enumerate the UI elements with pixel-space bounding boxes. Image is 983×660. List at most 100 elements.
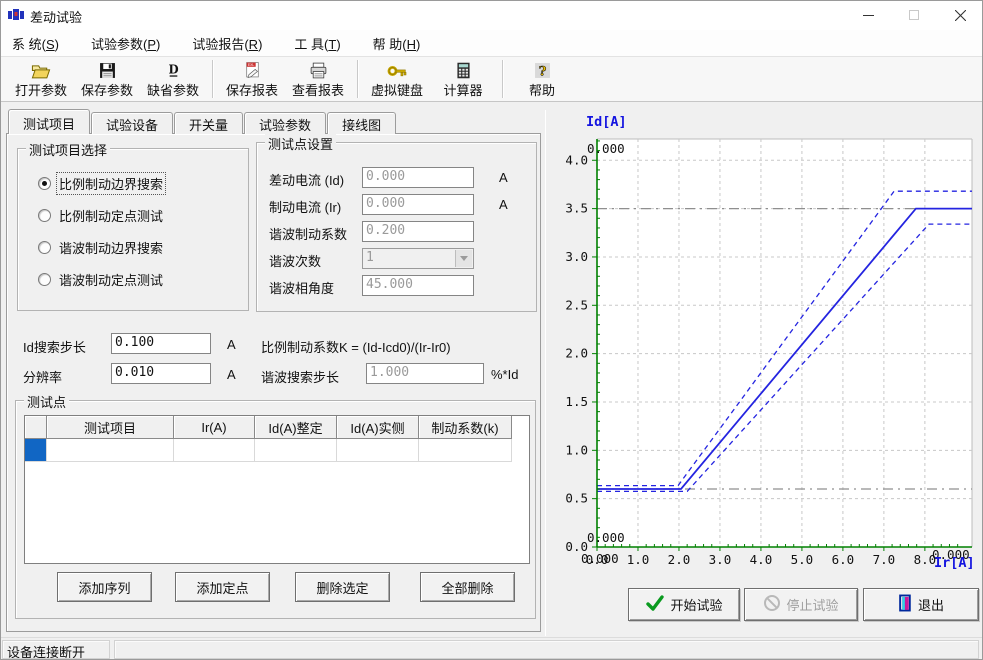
toolbar-button-view-report[interactable]: 查看报表 [285, 58, 351, 100]
tab-测试项目[interactable]: 测试项目 [8, 109, 90, 134]
tab-试验参数[interactable]: 试验参数 [244, 112, 326, 134]
toolbar-button-calculator[interactable]: 计算器 [430, 58, 496, 100]
stop-test-button[interactable]: 停止试验 [744, 588, 858, 621]
menu-item-R[interactable]: 试验报告(R) [182, 31, 272, 56]
tab-开关量[interactable]: 开关量 [174, 112, 243, 134]
field-input[interactable]: 0.000 [362, 194, 474, 215]
column-header-Id(A)整定[interactable]: Id(A)整定 [255, 416, 337, 439]
button-全部删除[interactable]: 全部删除 [420, 572, 515, 602]
toolbar-button-open-folder[interactable]: 打开参数 [8, 58, 74, 100]
toolbar-button-label: 缺省参数 [147, 80, 199, 99]
column-header-Id(A)实侧[interactable]: Id(A)实侧 [337, 416, 419, 439]
resolution-unit: A [227, 367, 236, 382]
row-header-cell[interactable] [25, 439, 47, 462]
id-step-input[interactable]: 0.100 [111, 333, 211, 354]
maximize-button[interactable] [891, 0, 937, 30]
table-cell[interactable] [174, 439, 255, 462]
title-bar: 差动试验 [0, 0, 983, 30]
test-point-settings-group: 测试点设置 差动电流 (Id)0.000A制动电流 (Ir)0.000A谐波制动… [256, 142, 537, 312]
menu-item-H[interactable]: 帮 助(H) [363, 31, 431, 56]
button-删除选定[interactable]: 删除选定 [295, 572, 390, 602]
chevron-down-icon [455, 250, 472, 267]
resolution-label: 分辨率 [23, 367, 62, 386]
row-header-corner[interactable] [25, 416, 47, 439]
status-panel-empty [114, 640, 979, 659]
check-icon [645, 595, 665, 615]
table-cell[interactable] [255, 439, 337, 462]
radio-label: 比例制动边界搜索 [57, 173, 165, 194]
stop-test-label: 停止试验 [786, 595, 838, 614]
menu-item-S[interactable]: 系 统(S) [2, 31, 69, 56]
view-report-icon [309, 59, 328, 79]
toolbar: 打开参数保存参数 D 缺省参数 EXL保存报表查看报表虚拟键盘计算器 ?帮助 [0, 56, 983, 102]
field-label: 差动电流 (Id) [269, 170, 344, 189]
exit-button[interactable]: 退出 [863, 588, 979, 621]
field-input[interactable]: 0.200 [362, 221, 474, 242]
field-label: 谐波制动系数 [269, 224, 347, 243]
minimize-button[interactable] [845, 0, 891, 30]
field-input[interactable]: 45.000 [362, 275, 474, 296]
radio-option-比例制动定点测试[interactable]: 比例制动定点测试 [38, 205, 165, 226]
group-title: 测试项目选择 [26, 140, 110, 159]
harmonic-step-input[interactable]: 1.000 [366, 363, 484, 384]
toolbar-button-help[interactable]: ?帮助 [509, 58, 575, 100]
svg-text:4.0: 4.0 [750, 552, 773, 567]
radio-circle-icon [38, 241, 51, 254]
column-header-测试项目[interactable]: 测试项目 [47, 416, 174, 439]
svg-text:5.0: 5.0 [791, 552, 814, 567]
id-step-unit: A [227, 337, 236, 352]
default-params-icon: D [165, 59, 182, 79]
menu-item-T[interactable]: 工 具(T) [284, 31, 350, 56]
toolbar-button-floppy-disk[interactable]: 保存参数 [74, 58, 140, 100]
table-cell[interactable] [337, 439, 419, 462]
test-points-table[interactable]: 测试项目Ir(A)Id(A)整定Id(A)实侧制动系数(k) [24, 415, 530, 564]
svg-text:0.000: 0.000 [587, 141, 625, 156]
radio-option-比例制动边界搜索[interactable]: 比例制动边界搜索 [38, 173, 165, 194]
toolbar-button-virtual-keyboard[interactable]: 虚拟键盘 [364, 58, 430, 100]
resolution-input[interactable]: 0.010 [111, 363, 211, 384]
field-input[interactable]: 0.000 [362, 167, 474, 188]
field-unit: A [499, 197, 508, 212]
chart-panel: 0.01.02.03.04.05.06.07.08.00.00.51.01.52… [545, 110, 981, 636]
svg-text:3.0: 3.0 [709, 552, 732, 567]
toolbar-button-default-params[interactable]: D 缺省参数 [140, 58, 206, 100]
menu-bar: 系 统(S) 试验参数(P) 试验报告(R) 工 具(T) 帮 助(H) [0, 30, 983, 56]
exit-door-icon [898, 594, 913, 615]
close-button[interactable] [937, 0, 983, 30]
table-cell[interactable] [47, 439, 174, 462]
radio-circle-icon [38, 209, 51, 222]
svg-text:3.0: 3.0 [565, 249, 588, 264]
harmonic-step-unit: %*Id [491, 367, 518, 382]
radio-option-谐波制动边界搜索[interactable]: 谐波制动边界搜索 [38, 237, 165, 258]
column-header-制动系数(k)[interactable]: 制动系数(k) [419, 416, 512, 439]
tab-试验设备[interactable]: 试验设备 [91, 112, 173, 134]
radio-label: 比例制动定点测试 [57, 205, 165, 226]
window-title: 差动试验 [30, 7, 82, 26]
toolbar-button-save-report[interactable]: EXL保存报表 [219, 58, 285, 100]
radio-label: 谐波制动边界搜索 [57, 237, 165, 258]
table-cell[interactable] [419, 439, 512, 462]
field-label: 谐波次数 [269, 251, 321, 270]
svg-text:EXL: EXL [247, 63, 254, 67]
svg-text:Id[A]: Id[A] [586, 114, 627, 130]
start-test-button[interactable]: 开始试验 [628, 588, 740, 621]
toolbar-button-label: 打开参数 [15, 80, 67, 99]
svg-text:4.0: 4.0 [565, 152, 588, 167]
svg-text:D: D [168, 63, 178, 77]
start-test-label: 开始试验 [670, 595, 722, 614]
harmonic-order-select[interactable]: 1 [362, 248, 474, 269]
button-添加序列[interactable]: 添加序列 [57, 572, 152, 602]
menu-item-P[interactable]: 试验参数(P) [81, 31, 170, 56]
exit-label: 退出 [918, 595, 944, 614]
id-step-label: Id搜索步长 [23, 337, 86, 356]
button-添加定点[interactable]: 添加定点 [175, 572, 270, 602]
svg-text:7.0: 7.0 [873, 552, 896, 567]
svg-text:2.0: 2.0 [668, 552, 691, 567]
toolbar-button-label: 计算器 [443, 80, 482, 99]
tab-接线图[interactable]: 接线图 [327, 112, 396, 134]
radio-option-谐波制动定点测试[interactable]: 谐波制动定点测试 [38, 269, 165, 290]
toolbar-separator [357, 60, 358, 98]
column-header-Ir(A)[interactable]: Ir(A) [174, 416, 255, 439]
group-title: 测试点设置 [265, 134, 336, 153]
svg-text:1.0: 1.0 [565, 442, 588, 457]
